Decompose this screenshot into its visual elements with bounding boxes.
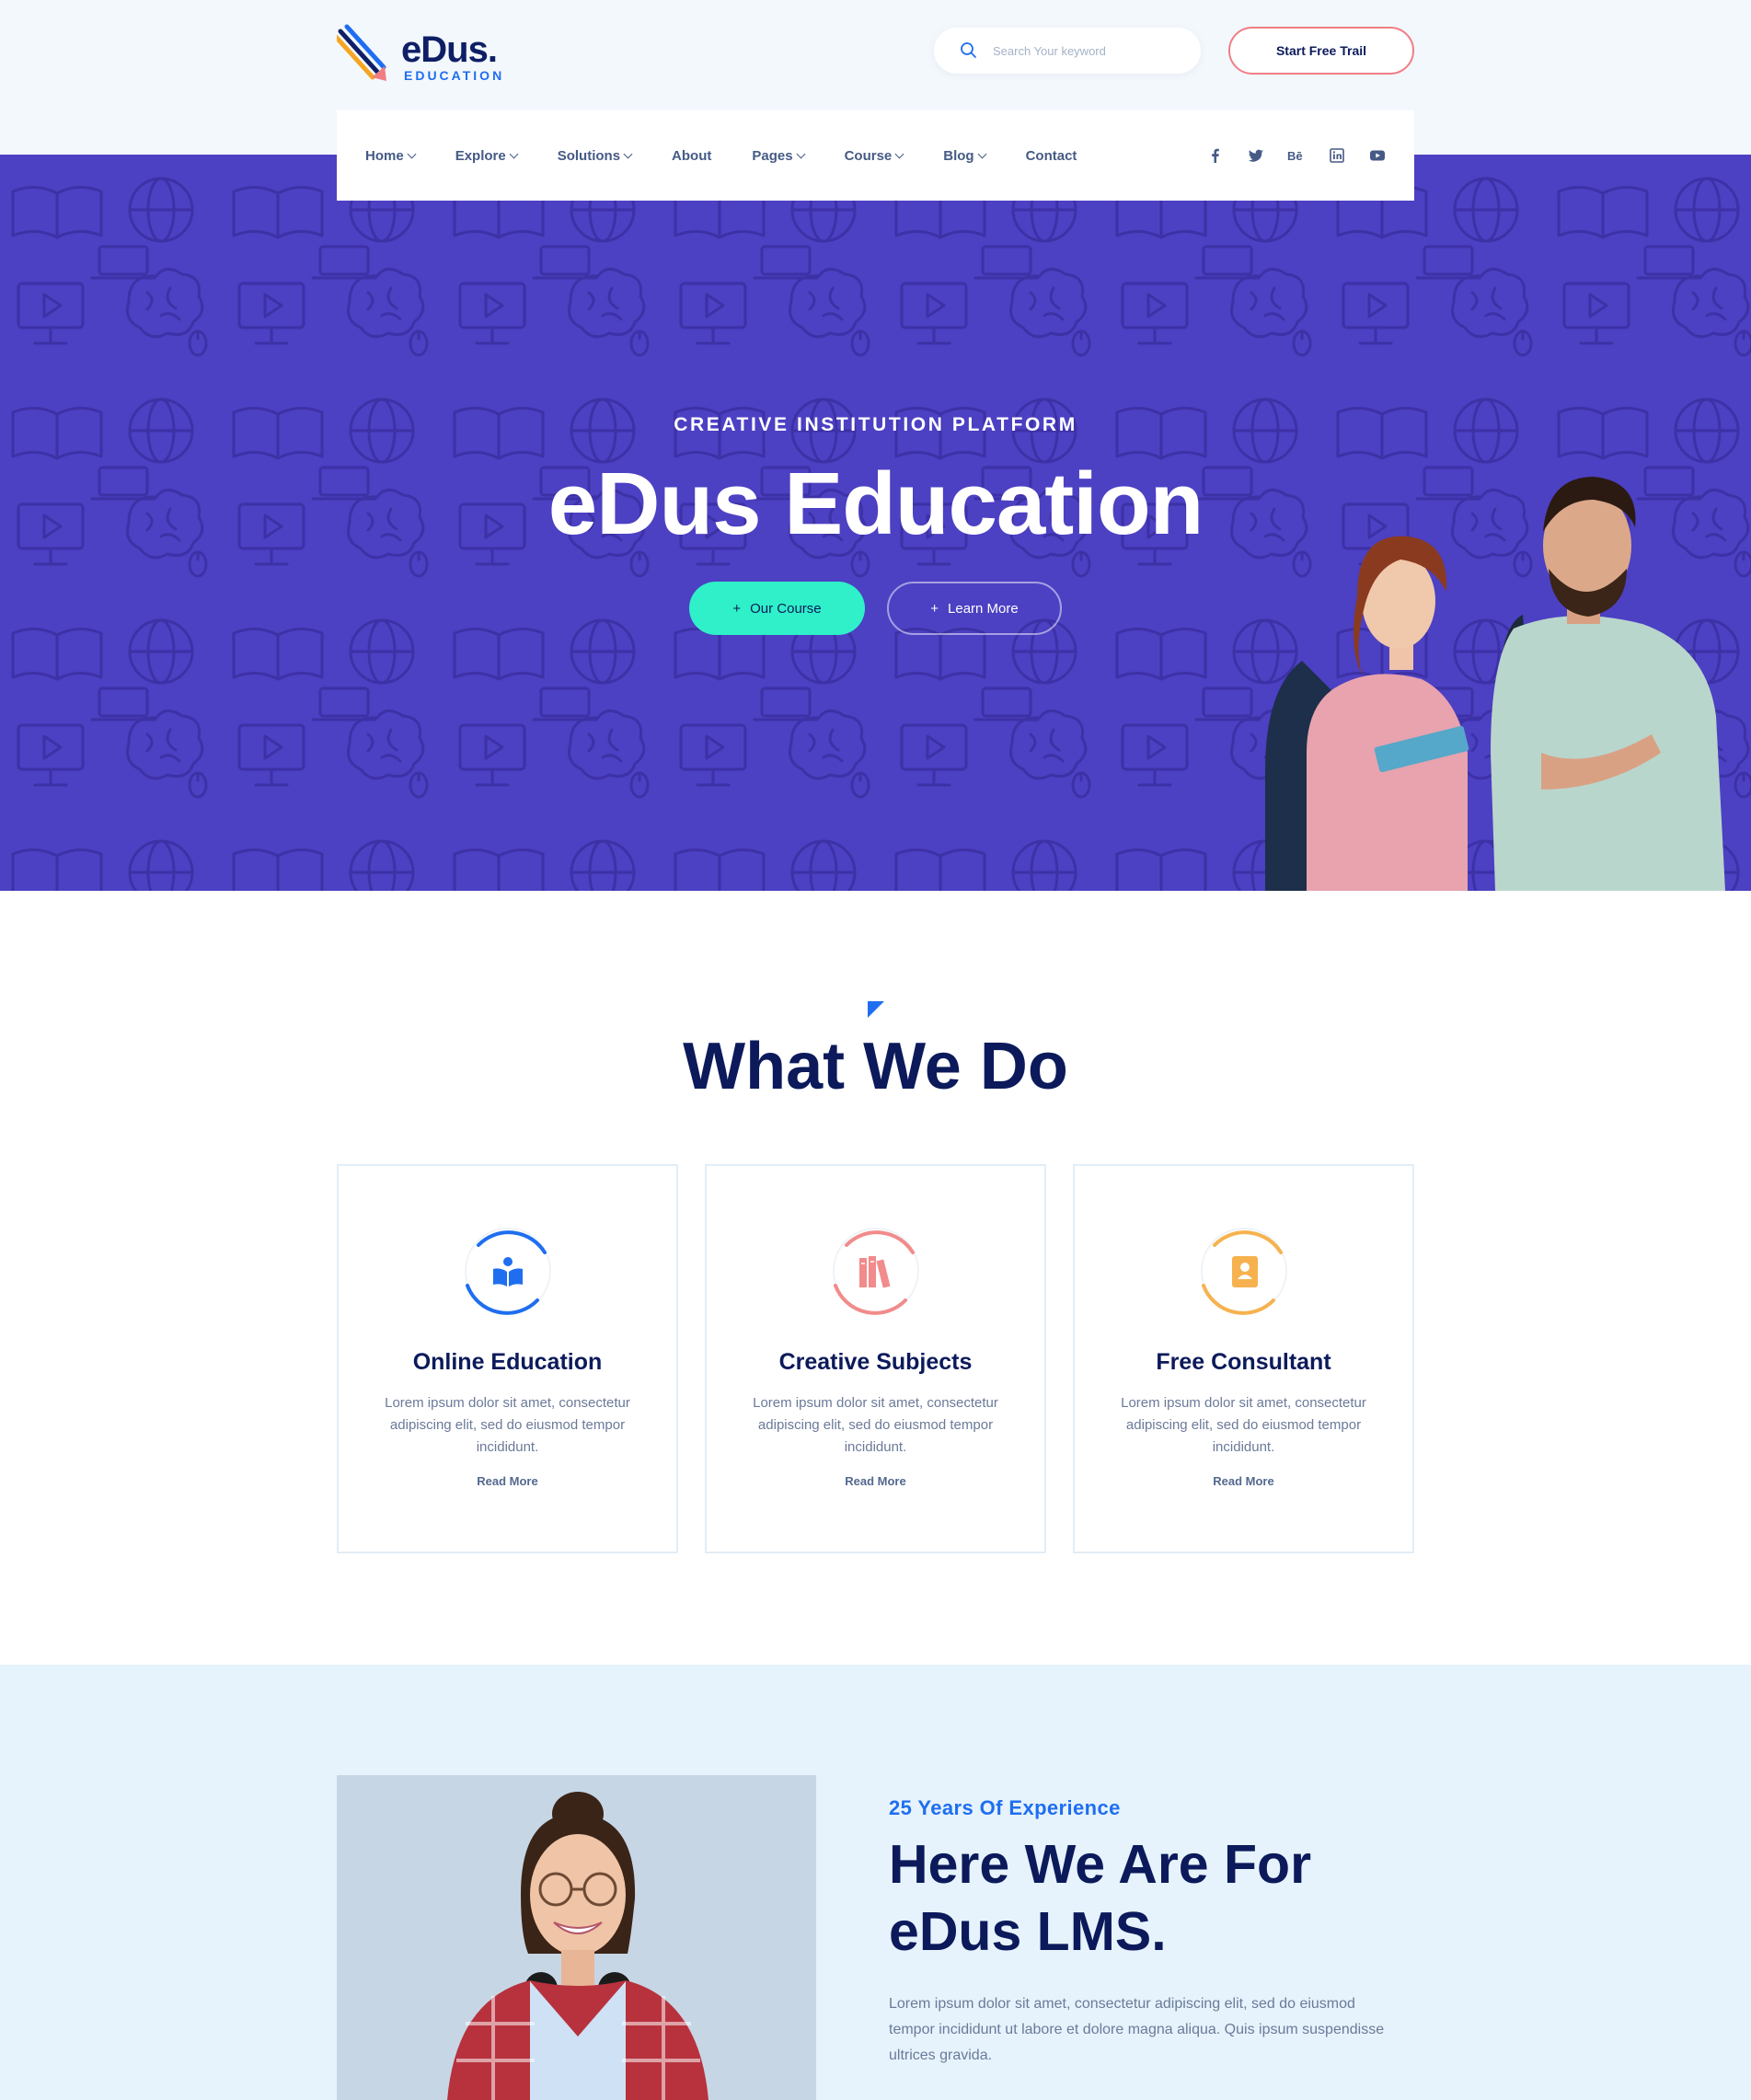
books-icon <box>859 1256 891 1288</box>
pencil-logo-icon <box>337 24 386 81</box>
contact-book-icon <box>1232 1256 1258 1287</box>
search-input[interactable] <box>991 37 1184 64</box>
main-nav: Home Explore Solutions About Pages Cours… <box>337 110 1414 201</box>
service-card-free-consultant: Free Consultant Lorem ipsum dolor sit am… <box>1073 1164 1414 1553</box>
brand-name: eDus. <box>401 29 498 70</box>
nav-item-label: Course <box>844 147 893 164</box>
hero-kicker: CREATIVE INSTITUTION PLATFORM <box>674 414 1077 435</box>
plus-icon: + <box>930 600 939 617</box>
nav-item-label: Solutions <box>557 147 621 164</box>
read-more-link[interactable]: Read More <box>707 1474 1044 1488</box>
card-title: Online Education <box>412 1349 603 1375</box>
student-portrait-image <box>447 1792 708 2100</box>
nav-item-pages[interactable]: Pages <box>752 147 806 164</box>
chevron-down-icon <box>977 149 987 158</box>
about-text: Lorem ipsum dolor sit amet, consectetur … <box>889 1996 1385 2063</box>
nav-item-contact[interactable]: Contact <box>1026 148 1077 164</box>
learn-more-label: Learn More <box>948 600 1019 617</box>
brand-tagline: EDUCATION <box>404 68 505 83</box>
twitter-icon[interactable] <box>1247 146 1265 165</box>
reading-book-icon <box>493 1257 523 1287</box>
chevron-down-icon <box>407 149 417 158</box>
learn-more-button[interactable]: + Learn More <box>887 582 1062 635</box>
nav-item-label: Contact <box>1025 147 1077 164</box>
social-links: Bē <box>1206 110 1387 201</box>
student-photo <box>337 1775 816 2100</box>
chevron-down-icon <box>894 149 904 158</box>
service-card-creative-subjects: Creative Subjects Lorem ipsum dolor sit … <box>705 1164 1046 1553</box>
section-accent-icon <box>868 1001 884 1018</box>
our-course-label: Our Course <box>750 600 822 617</box>
card-text: Lorem ipsum dolor sit amet, consectetur … <box>753 1395 998 1455</box>
chevron-down-icon <box>796 149 806 158</box>
card-text: Lorem ipsum dolor sit amet, consectetur … <box>385 1395 630 1455</box>
nav-item-explore[interactable]: Explore <box>455 147 519 164</box>
card-title: Free Consultant <box>1156 1349 1331 1375</box>
nav-item-label: Blog <box>943 147 974 164</box>
nav-links: Home Explore Solutions About Pages Cours… <box>365 110 1117 201</box>
behance-icon[interactable]: Bē <box>1287 146 1306 165</box>
about-section <box>0 1665 1751 2100</box>
nav-item-label: Pages <box>752 147 793 164</box>
about-title: Here We Are For eDus LMS. <box>889 1834 1312 1962</box>
card-title: Creative Subjects <box>778 1349 973 1375</box>
section-title: What We Do <box>683 1030 1068 1103</box>
service-card-online-education: Online Education Lorem ipsum dolor sit a… <box>337 1164 678 1553</box>
hero-banner: CREATIVE INSTITUTION PLATFORM eDus Educa… <box>0 155 1751 891</box>
search-box <box>934 28 1201 74</box>
youtube-icon[interactable] <box>1368 146 1387 165</box>
read-more-link[interactable]: Read More <box>339 1474 676 1488</box>
about-kicker: 25 Years Of Experience <box>889 1796 1121 1819</box>
svg-text:Bē: Bē <box>1287 149 1303 163</box>
nav-item-blog[interactable]: Blog <box>943 147 987 164</box>
linkedin-icon[interactable] <box>1328 146 1346 165</box>
plus-icon: + <box>732 600 742 617</box>
facebook-icon[interactable] <box>1206 146 1225 165</box>
nav-item-home[interactable]: Home <box>365 147 417 164</box>
nav-item-label: About <box>672 147 712 164</box>
search-icon[interactable] <box>960 41 978 60</box>
our-course-button[interactable]: + Our Course <box>689 582 865 635</box>
brand-logo[interactable]: eDus. EDUCATION <box>337 24 521 88</box>
chevron-down-icon <box>623 149 633 158</box>
nav-item-solutions[interactable]: Solutions <box>557 147 633 164</box>
chevron-down-icon <box>509 149 519 158</box>
nav-item-label: Explore <box>455 147 506 164</box>
nav-item-about[interactable]: About <box>672 148 711 164</box>
hero-students-image <box>1265 477 1725 891</box>
read-more-link[interactable]: Read More <box>1075 1474 1412 1488</box>
nav-item-label: Home <box>365 147 404 164</box>
nav-item-course[interactable]: Course <box>845 148 904 164</box>
start-free-trial-button[interactable]: Start Free Trail <box>1228 27 1414 75</box>
card-text: Lorem ipsum dolor sit amet, consectetur … <box>1121 1395 1366 1455</box>
